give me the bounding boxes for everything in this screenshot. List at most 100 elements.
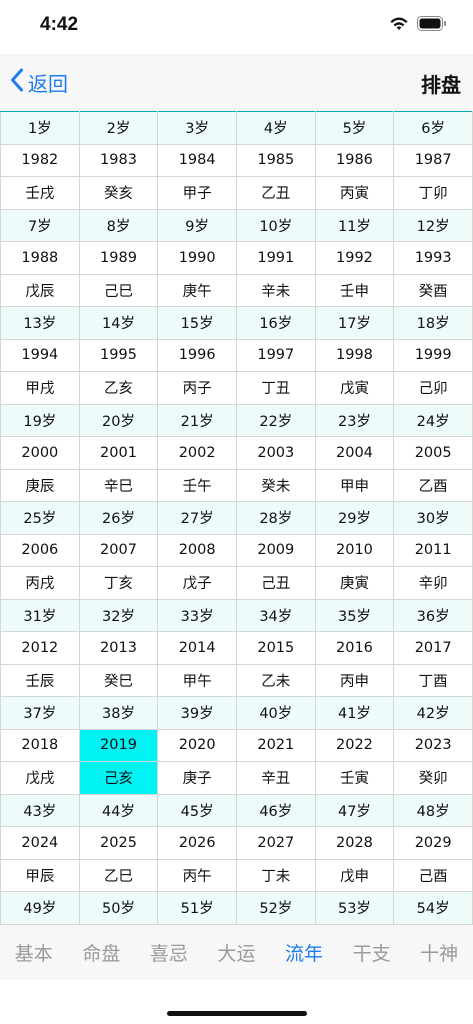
tab-xiji[interactable]: 喜忌 xyxy=(150,939,188,966)
ganzhi-cell[interactable]: 癸巳 xyxy=(78,663,159,697)
ganzhi-cell[interactable]: 戊辰 xyxy=(0,273,80,307)
ganzhi-cell[interactable]: 庚子 xyxy=(157,761,237,795)
ganzhi-cell[interactable]: 癸酉 xyxy=(393,273,473,307)
age-cell[interactable]: 45岁 xyxy=(157,793,237,827)
year-cell[interactable]: 2005 xyxy=(393,436,473,470)
ganzhi-cell[interactable]: 辛丑 xyxy=(235,761,316,795)
age-cell[interactable]: 14岁 xyxy=(78,306,159,340)
year-cell[interactable]: 2019 xyxy=(78,728,159,762)
year-cell[interactable]: 1995 xyxy=(78,338,159,372)
ganzhi-cell[interactable]: 乙亥 xyxy=(78,371,159,405)
year-cell[interactable]: 2028 xyxy=(314,826,395,860)
ganzhi-cell[interactable]: 乙丑 xyxy=(235,176,316,210)
ganzhi-cell[interactable]: 丁亥 xyxy=(78,566,159,600)
year-cell[interactable]: 2003 xyxy=(235,436,316,470)
age-cell[interactable]: 28岁 xyxy=(235,501,316,535)
age-cell[interactable]: 8岁 xyxy=(78,208,159,242)
year-cell[interactable]: 2009 xyxy=(235,533,316,567)
year-cell[interactable]: 1994 xyxy=(0,338,80,372)
age-cell[interactable]: 43岁 xyxy=(0,793,80,827)
ganzhi-cell[interactable]: 己酉 xyxy=(393,858,473,892)
age-cell[interactable]: 54岁 xyxy=(393,891,473,925)
year-cell[interactable]: 1989 xyxy=(78,241,159,275)
age-cell[interactable]: 40岁 xyxy=(235,696,316,730)
year-cell[interactable]: 2023 xyxy=(393,728,473,762)
tab-shishen[interactable]: 十神 xyxy=(420,939,458,966)
age-cell[interactable]: 37岁 xyxy=(0,696,80,730)
age-cell[interactable]: 17岁 xyxy=(314,306,395,340)
age-cell[interactable]: 34岁 xyxy=(235,598,316,632)
year-cell[interactable]: 2020 xyxy=(157,728,237,762)
ganzhi-cell[interactable]: 乙酉 xyxy=(393,468,473,502)
age-cell[interactable]: 46岁 xyxy=(235,793,316,827)
year-cell[interactable]: 2001 xyxy=(78,436,159,470)
age-cell[interactable]: 16岁 xyxy=(235,306,316,340)
ganzhi-cell[interactable]: 甲戌 xyxy=(0,371,80,405)
age-cell[interactable]: 32岁 xyxy=(78,598,159,632)
back-button[interactable]: 返回 xyxy=(10,68,68,97)
age-cell[interactable]: 49岁 xyxy=(0,891,80,925)
age-cell[interactable]: 7岁 xyxy=(0,208,80,242)
age-cell[interactable]: 3岁 xyxy=(157,111,237,145)
age-cell[interactable]: 20岁 xyxy=(78,403,159,437)
ganzhi-cell[interactable]: 丙午 xyxy=(157,858,237,892)
age-cell[interactable]: 39岁 xyxy=(157,696,237,730)
age-cell[interactable]: 10岁 xyxy=(235,208,316,242)
ganzhi-cell[interactable]: 己丑 xyxy=(235,566,316,600)
tab-dayun[interactable]: 大运 xyxy=(217,939,255,966)
ganzhi-cell[interactable]: 丁卯 xyxy=(393,176,473,210)
age-cell[interactable]: 25岁 xyxy=(0,501,80,535)
year-cell[interactable]: 2026 xyxy=(157,826,237,860)
tab-chart[interactable]: 命盘 xyxy=(82,939,120,966)
age-cell[interactable]: 23岁 xyxy=(314,403,395,437)
year-cell[interactable]: 2017 xyxy=(393,631,473,665)
age-cell[interactable]: 4岁 xyxy=(235,111,316,145)
year-cell[interactable]: 2025 xyxy=(78,826,159,860)
age-cell[interactable]: 51岁 xyxy=(157,891,237,925)
age-cell[interactable]: 52岁 xyxy=(235,891,316,925)
ganzhi-cell[interactable]: 戊寅 xyxy=(314,371,395,405)
age-cell[interactable]: 35岁 xyxy=(314,598,395,632)
ganzhi-cell[interactable]: 庚午 xyxy=(157,273,237,307)
year-cell[interactable]: 2027 xyxy=(235,826,316,860)
age-cell[interactable]: 44岁 xyxy=(78,793,159,827)
tab-liunian[interactable]: 流年 xyxy=(285,939,323,966)
year-cell[interactable]: 2018 xyxy=(0,728,80,762)
age-cell[interactable]: 13岁 xyxy=(0,306,80,340)
age-cell[interactable]: 53岁 xyxy=(314,891,395,925)
year-cell[interactable]: 1983 xyxy=(78,143,159,177)
age-cell[interactable]: 5岁 xyxy=(314,111,395,145)
ganzhi-cell[interactable]: 丙申 xyxy=(314,663,395,697)
year-cell[interactable]: 2006 xyxy=(0,533,80,567)
year-cell[interactable]: 1996 xyxy=(157,338,237,372)
ganzhi-cell[interactable]: 甲子 xyxy=(157,176,237,210)
year-cell[interactable]: 2029 xyxy=(393,826,473,860)
ganzhi-cell[interactable]: 壬寅 xyxy=(314,761,395,795)
year-cell[interactable]: 1984 xyxy=(157,143,237,177)
ganzhi-cell[interactable]: 辛卯 xyxy=(393,566,473,600)
year-cell[interactable]: 2007 xyxy=(78,533,159,567)
age-cell[interactable]: 50岁 xyxy=(78,891,159,925)
year-cell[interactable]: 1982 xyxy=(0,143,80,177)
age-cell[interactable]: 24岁 xyxy=(393,403,473,437)
tab-basic[interactable]: 基本 xyxy=(15,939,53,966)
tab-ganzhi[interactable]: 干支 xyxy=(353,939,391,966)
year-cell[interactable]: 2008 xyxy=(157,533,237,567)
age-cell[interactable]: 18岁 xyxy=(393,306,473,340)
ganzhi-cell[interactable]: 癸亥 xyxy=(78,176,159,210)
age-cell[interactable]: 33岁 xyxy=(157,598,237,632)
ganzhi-cell[interactable]: 癸未 xyxy=(235,468,316,502)
age-cell[interactable]: 15岁 xyxy=(157,306,237,340)
year-cell[interactable]: 1991 xyxy=(235,241,316,275)
ganzhi-cell[interactable]: 壬戌 xyxy=(0,176,80,210)
age-cell[interactable]: 47岁 xyxy=(314,793,395,827)
age-cell[interactable]: 27岁 xyxy=(157,501,237,535)
ganzhi-cell[interactable]: 辛巳 xyxy=(78,468,159,502)
year-cell[interactable]: 1992 xyxy=(314,241,395,275)
ganzhi-cell[interactable]: 丙戌 xyxy=(0,566,80,600)
year-cell[interactable]: 1987 xyxy=(393,143,473,177)
ganzhi-cell[interactable]: 戊申 xyxy=(314,858,395,892)
age-cell[interactable]: 38岁 xyxy=(78,696,159,730)
ganzhi-cell[interactable]: 庚辰 xyxy=(0,468,80,502)
year-cell[interactable]: 2002 xyxy=(157,436,237,470)
